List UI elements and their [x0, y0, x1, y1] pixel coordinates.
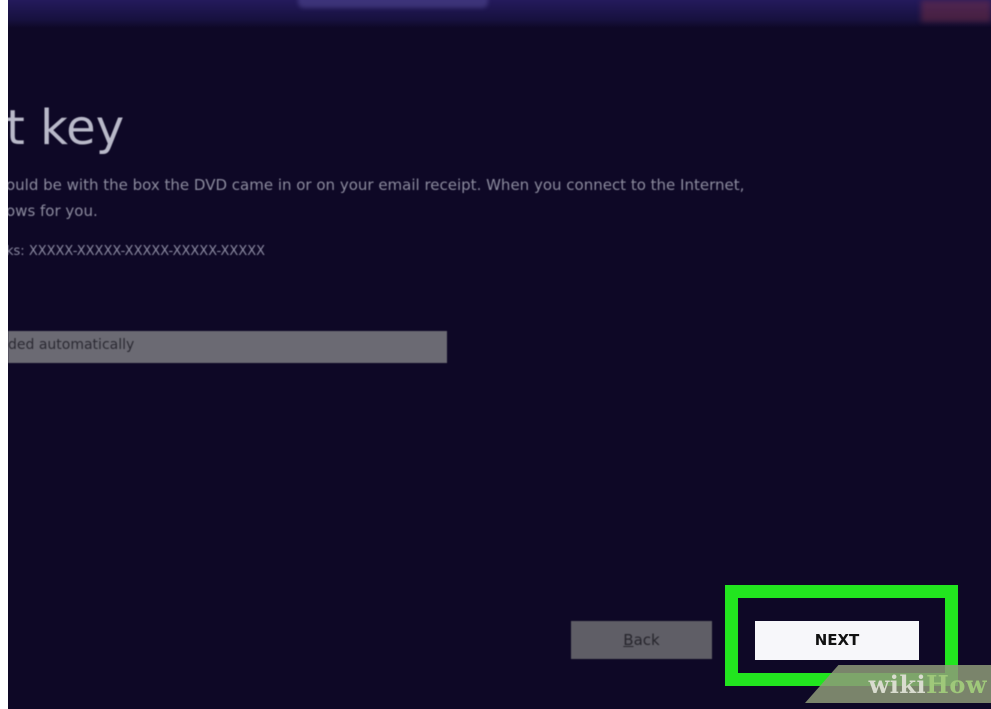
- back-button-label: ack: [633, 631, 660, 649]
- setup-window: t key ould be with the box the DVD came …: [8, 0, 991, 709]
- description: ould be with the box the DVD came in or …: [8, 172, 744, 224]
- back-button[interactable]: Back: [571, 621, 712, 659]
- title-bar-corner: [921, 0, 991, 22]
- back-button-accesskey: B: [623, 631, 634, 649]
- description-line-2: ows for you.: [8, 202, 98, 220]
- page-title: t key: [8, 100, 125, 156]
- wikihow-watermark: wikiHow: [869, 670, 987, 699]
- title-bar: [8, 0, 991, 28]
- watermark-how: How: [926, 670, 987, 699]
- product-key-input[interactable]: ded automatically: [8, 331, 447, 363]
- key-format-example: ks: XXXXX-XXXXX-XXXXX-XXXXX-XXXXX: [8, 244, 266, 259]
- title-bar-blur: [298, 0, 488, 8]
- next-button[interactable]: NEXT: [755, 621, 919, 660]
- description-line-1: ould be with the box the DVD came in or …: [8, 176, 745, 194]
- watermark-wiki: wiki: [868, 670, 927, 699]
